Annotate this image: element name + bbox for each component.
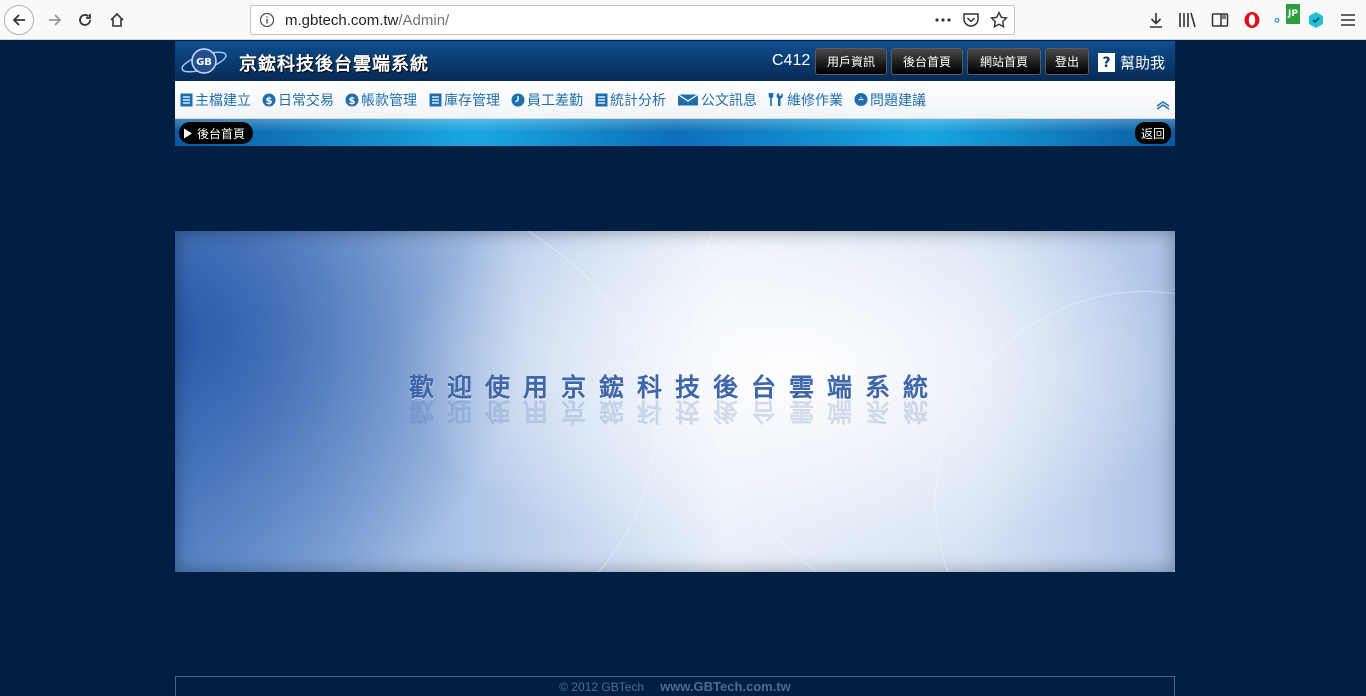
menu-label: 公文訊息 bbox=[701, 92, 757, 109]
logo-text: GB bbox=[196, 57, 212, 68]
menu-label: 主檔建立 bbox=[195, 92, 251, 109]
menu-item-accounts[interactable]: $ 帳款管理 bbox=[345, 90, 417, 110]
menu-item-maintenance[interactable]: 維修作業 bbox=[768, 90, 843, 110]
back-button[interactable] bbox=[4, 5, 34, 35]
home-icon bbox=[110, 12, 124, 27]
arrow-left-icon bbox=[12, 14, 25, 26]
main-menu: 主檔建立 $ 日常交易 $ 帳款管理 庫存管理 員工差勤 統計分析 公文訊息 維… bbox=[175, 81, 1175, 119]
copyright-text: © 2012 GBTech bbox=[559, 679, 645, 694]
list-icon bbox=[428, 93, 442, 107]
gb-logo[interactable]: GB bbox=[179, 44, 229, 78]
url-text: m.gbtech.com.tw/Admin/ bbox=[285, 12, 450, 29]
menu-item-messages[interactable]: 公文訊息 bbox=[677, 90, 757, 110]
hamburger-menu-icon[interactable] bbox=[1338, 10, 1358, 30]
site-header: GB 京鋐科技後台雲端系統 C412 用戶資訊 後台首頁 網站首頁 登出 ? 幫… bbox=[175, 41, 1175, 81]
help-icon: ? bbox=[1098, 53, 1115, 72]
menu-label: 庫存管理 bbox=[444, 92, 500, 109]
chat-icon bbox=[854, 92, 868, 107]
back-link-button[interactable]: 返回 bbox=[1134, 122, 1171, 144]
list-icon bbox=[179, 93, 193, 107]
breadcrumb[interactable]: 後台首頁 bbox=[179, 122, 254, 144]
dollar-icon: $ bbox=[262, 93, 276, 107]
menu-label: 統計分析 bbox=[610, 92, 666, 109]
menu-label: 問題建議 bbox=[870, 92, 926, 109]
translate-extension-icon[interactable]: JP bbox=[1274, 4, 1300, 30]
more-actions-icon[interactable] bbox=[934, 12, 952, 32]
dollar-icon: $ bbox=[345, 93, 359, 107]
envelope-icon bbox=[677, 93, 699, 107]
url-bar[interactable]: m.gbtech.com.tw/Admin/ bbox=[250, 5, 1015, 35]
logout-button[interactable]: 登出 bbox=[1045, 48, 1089, 75]
collapse-icon[interactable] bbox=[1155, 95, 1171, 114]
pocket-icon[interactable] bbox=[962, 11, 980, 33]
help-button[interactable]: ? 幫助我 bbox=[1098, 52, 1165, 73]
arrow-right-icon bbox=[49, 14, 62, 26]
menu-label: 日常交易 bbox=[278, 92, 334, 109]
bookmark-star-icon[interactable] bbox=[989, 10, 1009, 33]
admin-page: GB 京鋐科技後台雲端系統 C412 用戶資訊 後台首頁 網站首頁 登出 ? 幫… bbox=[175, 41, 1175, 146]
home-button[interactable] bbox=[102, 5, 132, 35]
menu-item-master-data[interactable]: 主檔建立 bbox=[179, 90, 251, 110]
website-link[interactable]: www.GBTech.com.tw bbox=[660, 679, 791, 694]
forward-button[interactable] bbox=[40, 5, 70, 35]
svg-text:$: $ bbox=[266, 96, 273, 107]
menu-item-statistics[interactable]: 統計分析 bbox=[594, 90, 666, 110]
menu-label: 帳款管理 bbox=[361, 92, 417, 109]
tools-icon bbox=[768, 93, 785, 107]
reload-icon bbox=[79, 14, 91, 26]
cube-extension-icon[interactable] bbox=[1306, 10, 1326, 30]
menu-item-feedback[interactable]: 問題建議 bbox=[854, 90, 926, 110]
reload-button[interactable] bbox=[70, 5, 100, 35]
welcome-banner: 歡迎使用京鋐科技後台雲端系統 歡迎使用京鋐科技後台雲端系統 bbox=[175, 231, 1175, 572]
library-icon[interactable] bbox=[1178, 10, 1198, 30]
list-icon bbox=[594, 93, 608, 107]
site-home-button[interactable]: 網站首頁 bbox=[967, 48, 1041, 75]
jp-badge: JP bbox=[1286, 4, 1300, 24]
site-title: 京鋐科技後台雲端系統 bbox=[239, 54, 429, 75]
menu-label: 維修作業 bbox=[787, 92, 843, 109]
breadcrumb-bar: 後台首頁 返回 bbox=[175, 119, 1175, 146]
clock-icon bbox=[511, 93, 525, 107]
menu-item-daily-transactions[interactable]: $ 日常交易 bbox=[262, 90, 334, 110]
admin-home-button[interactable]: 後台首頁 bbox=[891, 48, 963, 75]
page-footer: © 2012 GBTech www.GBTech.com.tw bbox=[175, 676, 1175, 696]
svg-text:$: $ bbox=[349, 96, 356, 107]
play-icon bbox=[184, 128, 192, 138]
browser-toolbar: m.gbtech.com.tw/Admin/ JP bbox=[0, 0, 1366, 40]
opera-extension-icon[interactable] bbox=[1242, 10, 1262, 30]
breadcrumb-label: 後台首頁 bbox=[197, 126, 246, 141]
menu-item-attendance[interactable]: 員工差勤 bbox=[511, 90, 583, 110]
welcome-text-reflection: 歡迎使用京鋐科技後台雲端系統 bbox=[408, 397, 941, 426]
user-code: C412 bbox=[772, 52, 811, 69]
info-icon[interactable] bbox=[259, 12, 275, 32]
sidebar-icon[interactable] bbox=[1210, 10, 1230, 30]
menu-item-inventory[interactable]: 庫存管理 bbox=[428, 90, 500, 110]
page-scrollbar[interactable] bbox=[1349, 41, 1366, 696]
download-icon[interactable] bbox=[1146, 10, 1166, 30]
help-label: 幫助我 bbox=[1120, 54, 1166, 72]
user-info-button[interactable]: 用戶資訊 bbox=[815, 48, 887, 75]
menu-label: 員工差勤 bbox=[527, 92, 583, 109]
